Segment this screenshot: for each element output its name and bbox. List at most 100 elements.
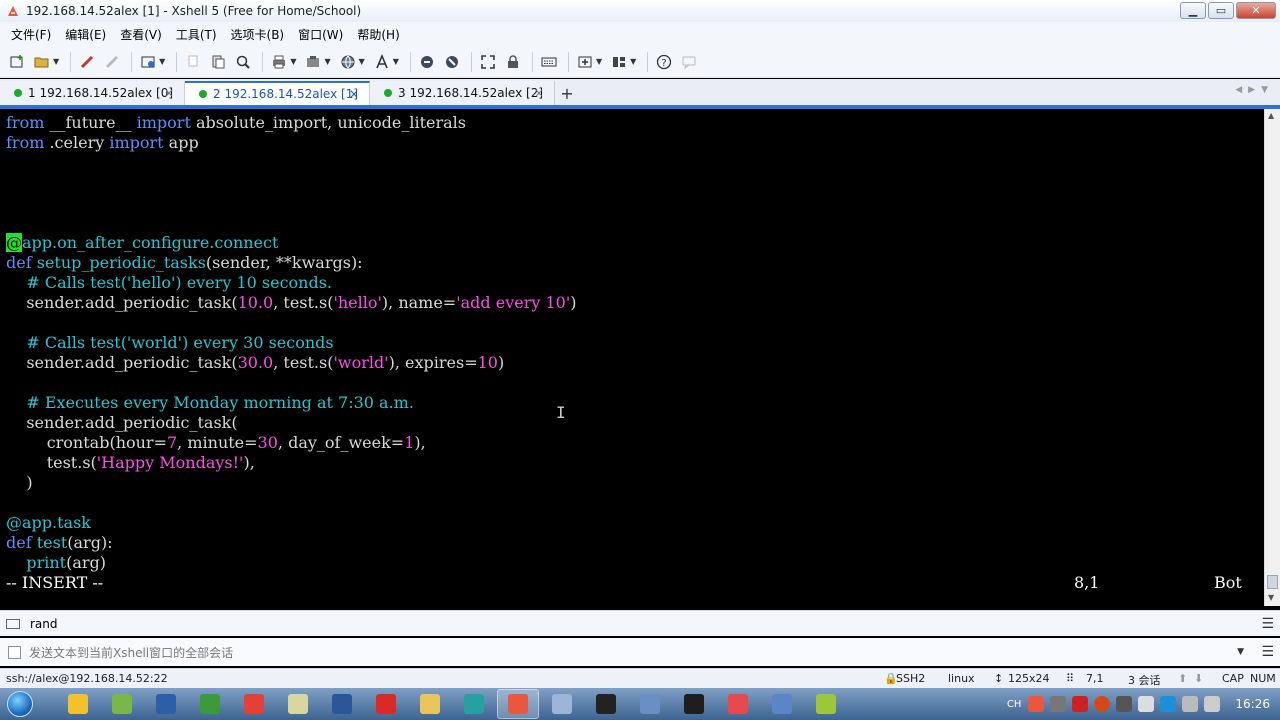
globe-dropdown-icon[interactable]: ▼ [359, 57, 365, 66]
maximize-button[interactable]: ▭ [1208, 2, 1234, 19]
copy-icon[interactable] [182, 51, 204, 73]
properties-dropdown-icon[interactable]: ▼ [159, 57, 165, 66]
taskbar-app-12[interactable] [541, 689, 583, 719]
scroll-up-icon[interactable]: ▲ [1268, 111, 1274, 120]
menu-tabs[interactable]: 选项卡(B) [224, 26, 292, 43]
paste-icon[interactable] [207, 51, 229, 73]
send-all-input[interactable]: 发送文本到当前Xshell窗口的全部会话 [29, 644, 233, 661]
taskbar-app-1[interactable] [57, 689, 99, 719]
input-language[interactable]: CH [1007, 699, 1022, 710]
globe-icon[interactable] [337, 51, 359, 73]
layout-dropdown-icon[interactable]: ▼ [630, 57, 636, 66]
send-all-checkbox[interactable] [8, 645, 21, 659]
tray-settings-icon[interactable] [1050, 696, 1067, 712]
add-tab-button[interactable]: + [555, 81, 579, 105]
taskbar-app-pycharm[interactable] [673, 689, 715, 719]
status-bar: ssh://alex@192.168.14.52:22 🔒 SSH2 linux… [0, 668, 1280, 688]
send-dropdown-icon[interactable]: ▼ [1237, 647, 1244, 657]
new-tab-icon[interactable] [574, 51, 596, 73]
menu-tools[interactable]: 工具(T) [169, 26, 224, 43]
volume-icon[interactable] [1204, 696, 1221, 712]
taskbar-app-6[interactable] [277, 689, 319, 719]
layout-icon[interactable] [608, 51, 630, 73]
terminal-line: def setup_periodic_tasks(sender, **kwarg… [6, 253, 363, 272]
help-icon[interactable]: ? [653, 51, 675, 73]
taskbar-app-8-icon [376, 694, 396, 714]
terminal-line: crontab(hour=7, minute=30, day_of_week=1… [6, 433, 426, 452]
new-tab-dropdown-icon[interactable]: ▼ [596, 57, 602, 66]
compose-keyboard-icon[interactable] [6, 618, 20, 629]
open-dropdown-icon[interactable]: ▼ [53, 57, 59, 66]
chat-icon[interactable] [678, 51, 700, 73]
close-button[interactable]: ✕ [1236, 2, 1276, 19]
taskbar-app-xshell[interactable] [497, 689, 539, 719]
menu-lines-icon[interactable]: ☰ [1261, 616, 1274, 632]
tray-antivirus-icon[interactable] [1072, 696, 1089, 712]
scroll-down-icon[interactable]: ▼ [1268, 593, 1274, 602]
tray-network-icon[interactable] [1160, 696, 1177, 712]
taskbar-app-17[interactable] [761, 689, 803, 719]
taskbar-app-word[interactable] [321, 689, 363, 719]
taskbar-app-3[interactable] [145, 689, 187, 719]
num-lock-indicator: NUM [1250, 672, 1276, 685]
taskbar-app-10[interactable] [453, 689, 495, 719]
disconnect-icon[interactable] [101, 51, 123, 73]
terminal-line: # Executes every Monday morning at 7:30 … [6, 393, 414, 412]
stop-icon[interactable] [441, 51, 463, 73]
menu-file[interactable]: 文件(F) [4, 26, 58, 43]
terminal-area[interactable]: from __future__ import absolute_import, … [0, 109, 1264, 606]
transfer-icon[interactable] [302, 51, 324, 73]
keyboard-icon[interactable] [538, 51, 560, 73]
start-button[interactable] [0, 688, 40, 720]
connected-status-icon [384, 89, 392, 97]
tab-close-icon[interactable]: × [534, 86, 544, 100]
tab-close-icon[interactable]: × [164, 86, 174, 100]
taskbar-app-explorer[interactable] [409, 689, 451, 719]
menu-lines-icon[interactable]: ☰ [1261, 644, 1274, 660]
print-dropdown-icon[interactable]: ▼ [290, 57, 296, 66]
terminal-scrollbar[interactable]: ▲ ▼ [1264, 109, 1280, 606]
taskbar-app-8[interactable] [365, 689, 407, 719]
tab-session-1[interactable]: 2 192.168.14.52alex [1] × [185, 81, 370, 105]
taskbar-app-cmd[interactable] [585, 689, 627, 719]
taskbar-app-4[interactable] [189, 689, 231, 719]
script-icon[interactable] [416, 51, 438, 73]
tray-record-icon[interactable] [1094, 696, 1111, 712]
down-arrow-icon[interactable]: ⬇ [1194, 672, 1203, 685]
taskbar-app-chrome[interactable] [233, 689, 275, 719]
tray-app-icon[interactable] [1028, 696, 1045, 712]
taskbar-app-14[interactable] [629, 689, 671, 719]
minimize-button[interactable]: ▁ [1180, 2, 1206, 19]
reconnect-icon[interactable] [76, 51, 98, 73]
tab-session-0[interactable]: 1 192.168.14.52alex [0] × [0, 81, 185, 105]
transfer-dropdown-icon[interactable]: ▼ [324, 57, 330, 66]
menu-help[interactable]: 帮助(H) [350, 26, 406, 43]
tray-window-icon[interactable] [1138, 696, 1155, 712]
scrollbar-thumb[interactable] [1267, 575, 1278, 589]
menu-view[interactable]: 查看(V) [113, 26, 169, 43]
font-icon[interactable] [371, 51, 393, 73]
tray-flag-icon[interactable] [1182, 696, 1199, 712]
terminal-cursor: @ [6, 233, 22, 252]
find-icon[interactable] [232, 51, 254, 73]
tray-user-icon[interactable] [1116, 696, 1133, 712]
open-folder-icon[interactable] [31, 51, 53, 73]
tab-nav-arrows-icon[interactable]: ◀▶▼ [1235, 85, 1274, 95]
fullscreen-icon[interactable] [477, 51, 499, 73]
menu-edit[interactable]: 编辑(E) [58, 26, 113, 43]
font-dropdown-icon[interactable]: ▼ [393, 57, 399, 66]
compose-label[interactable]: rand [30, 617, 58, 631]
taskbar-app-16[interactable] [717, 689, 759, 719]
new-session-icon[interactable] [6, 51, 28, 73]
tab-close-icon[interactable]: × [349, 87, 359, 101]
properties-icon[interactable] [137, 51, 159, 73]
lock-icon[interactable] [502, 51, 524, 73]
tab-session-2[interactable]: 3 192.168.14.52alex [2] × [370, 81, 555, 105]
xshell-logo-icon [8, 6, 18, 16]
taskbar-app-2[interactable] [101, 689, 143, 719]
up-arrow-icon[interactable]: ⬆ [1178, 672, 1187, 685]
print-icon[interactable] [268, 51, 290, 73]
clock[interactable]: 16:26 [1235, 697, 1270, 711]
menu-window[interactable]: 窗口(W) [291, 26, 350, 43]
taskbar-app-18[interactable] [805, 689, 847, 719]
